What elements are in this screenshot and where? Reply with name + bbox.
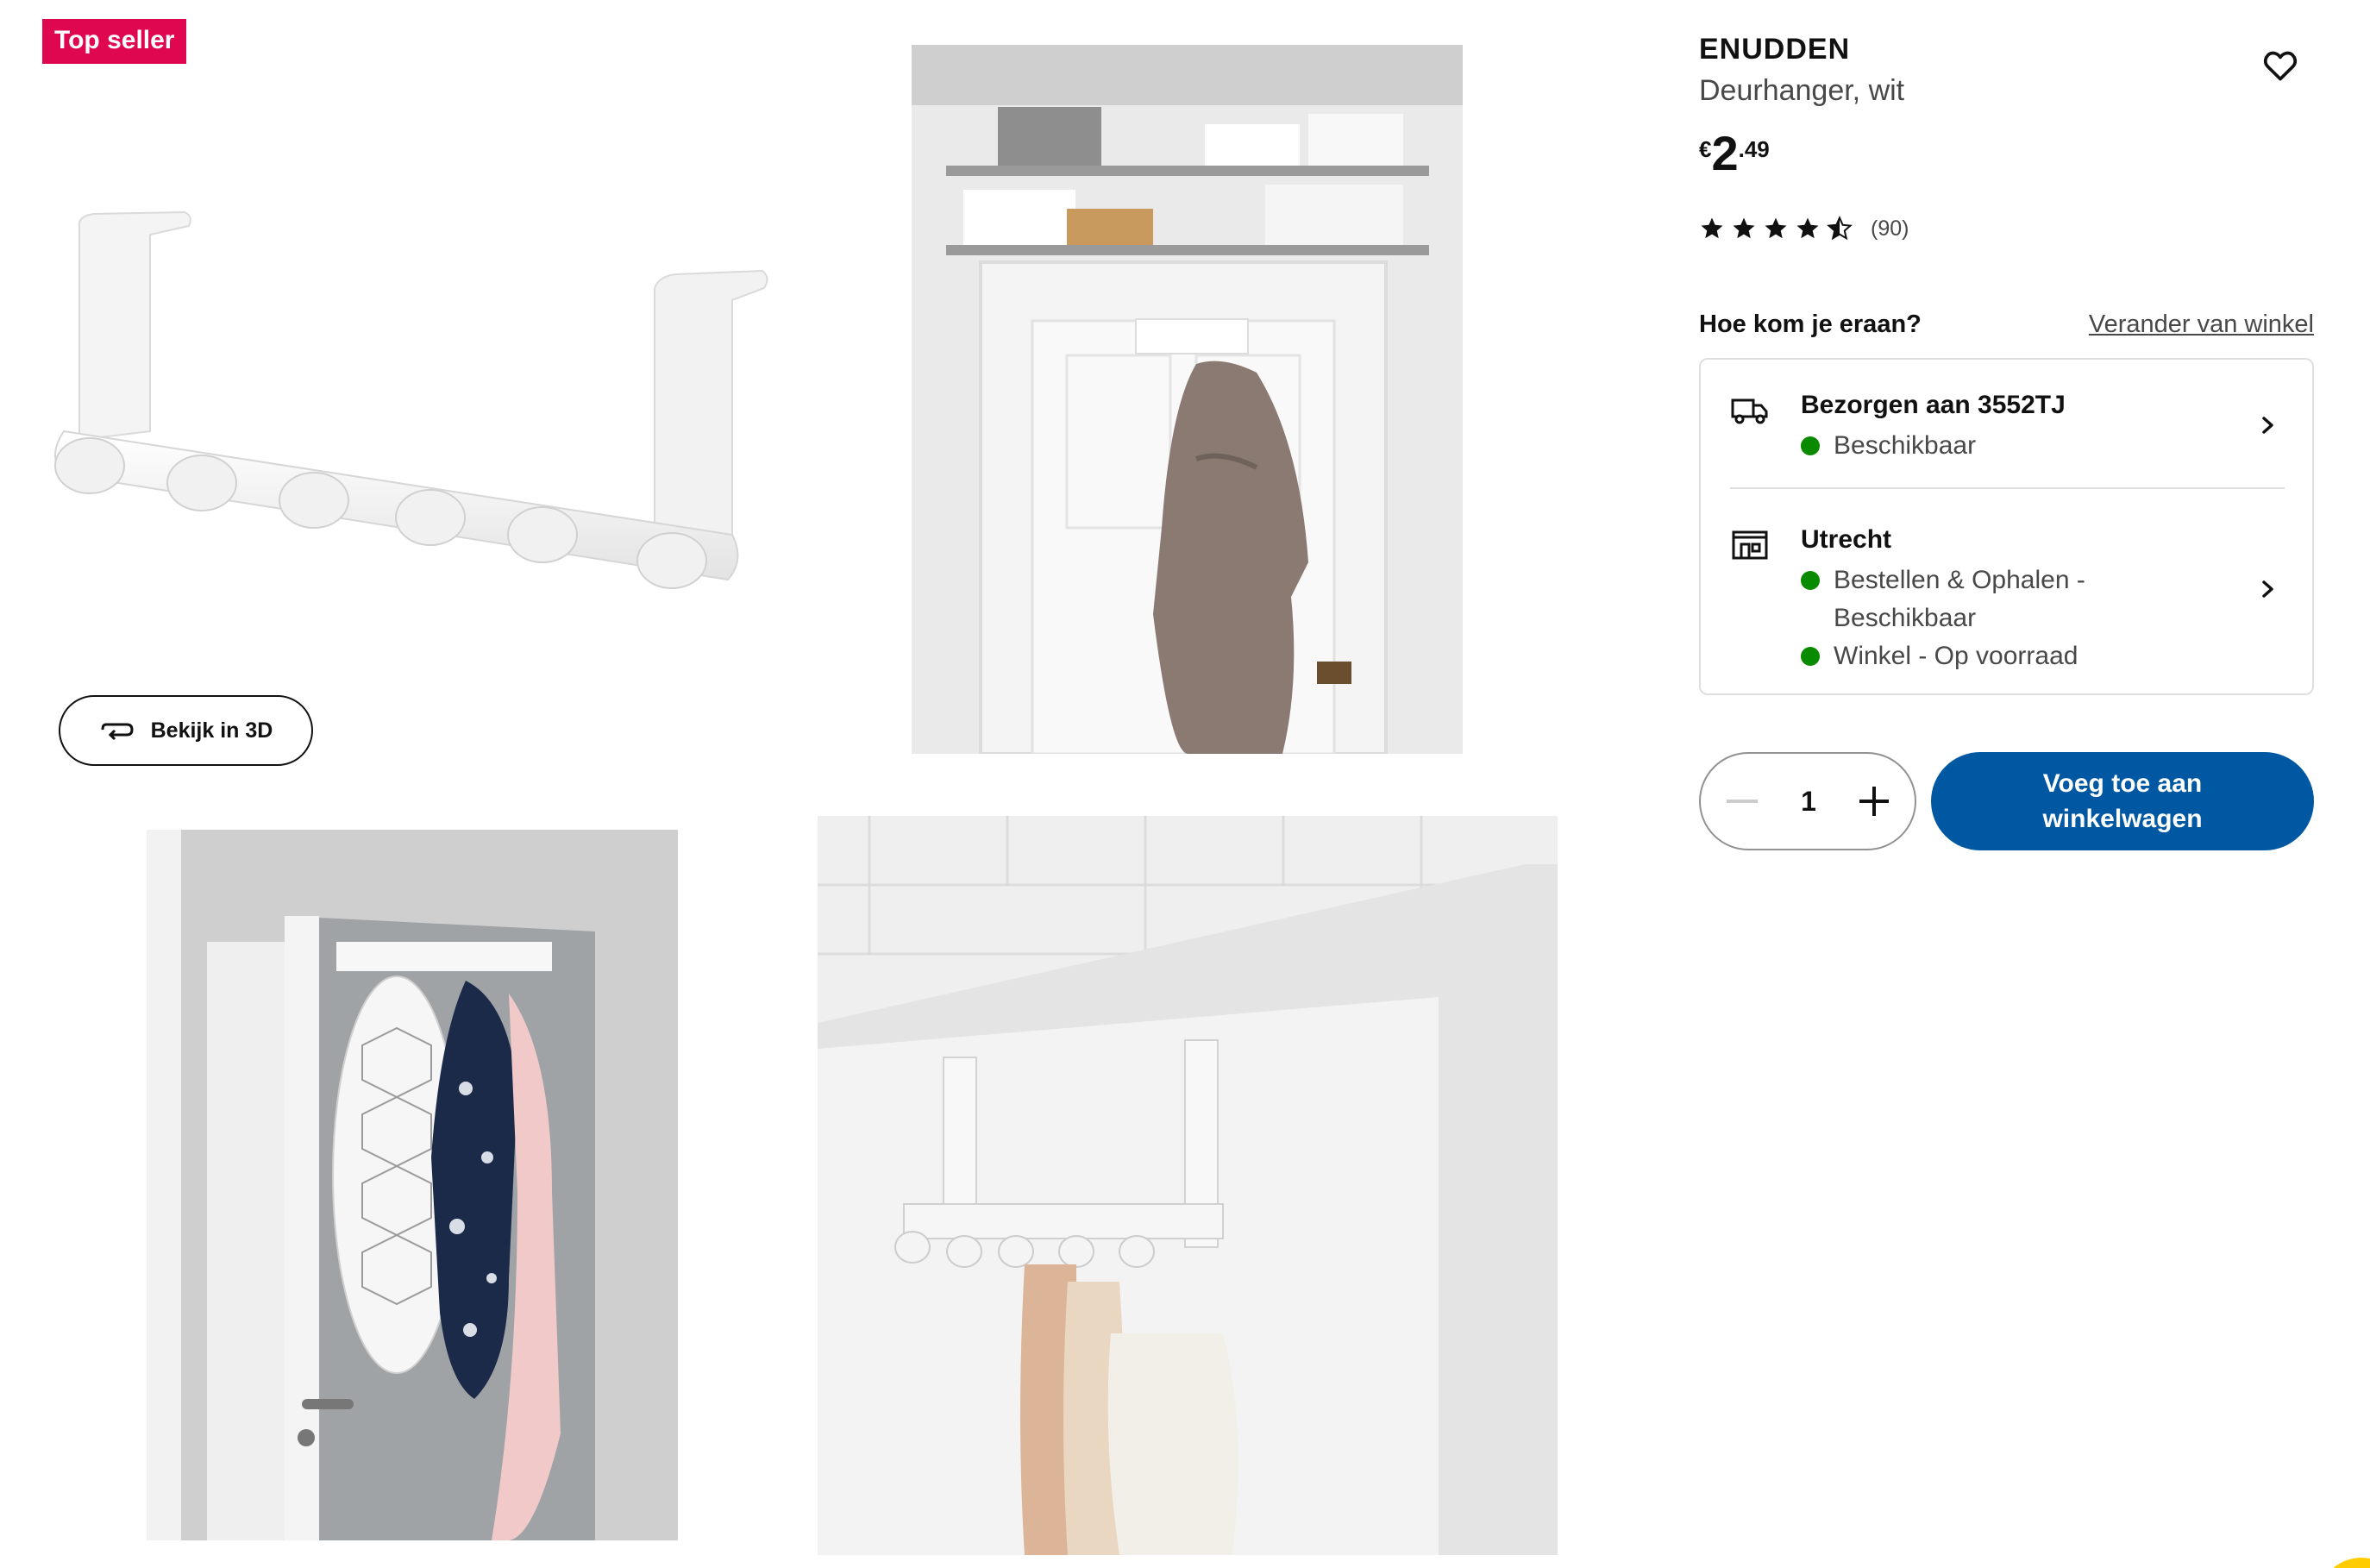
closeup-towels-illustration (818, 816, 1558, 1555)
store-status-stock-label: Winkel - Op voorraad (1834, 642, 2078, 670)
product-rating[interactable]: (90) (1699, 216, 1909, 241)
price-decimal: .49 (1738, 136, 1770, 162)
quantity-stepper[interactable]: 1 (1699, 752, 1916, 850)
product-price: € 2 .49 (1699, 129, 1770, 178)
price-integer: 2 (1711, 126, 1739, 180)
store-status-pickup-label: Bestellen & Ophalen - Beschikbaar (1834, 566, 2085, 632)
add-to-cart-button[interactable]: Voeg toe aan winkelwagen (1931, 752, 2314, 850)
product-page: Top seller Bekijk in 3D ENUDDEN Deurhang… (0, 0, 2370, 1568)
price-currency: € (1699, 136, 1712, 162)
truck-icon (1731, 398, 1768, 424)
door-bathrobe-illustration (912, 45, 1463, 754)
star-icon (1765, 217, 1787, 239)
status-dot (1801, 647, 1820, 666)
availability-panel: Bezorgen aan 3552TJ Beschikbaar Utrecht … (1699, 358, 2314, 695)
view-in-3d-label: Bekijk in 3D (150, 718, 273, 743)
change-store-link[interactable]: Verander van winkel (2089, 310, 2314, 339)
store-icon (1732, 530, 1768, 560)
decrease-quantity-button[interactable] (1727, 800, 1758, 803)
product-image-closeup-towels[interactable] (818, 816, 1558, 1555)
availability-heading: Hoe kom je eraan? (1699, 310, 1922, 338)
delivery-status: Beschikbaar (1801, 427, 1976, 465)
rating-count: (90) (1871, 216, 1909, 241)
status-dot (1801, 436, 1820, 455)
store-status-pickup: Bestellen & Ophalen - Beschikbaar (1801, 561, 2118, 637)
product-image-door-ironing-board[interactable] (147, 830, 678, 1540)
delivery-title: Bezorgen aan 3552TJ (1801, 391, 2066, 419)
product-image-hanger[interactable] (47, 181, 780, 604)
delivery-status-label: Beschikbaar (1834, 431, 1977, 460)
rotate-3d-icon (101, 723, 134, 741)
product-description: Deurhanger, wit (1699, 74, 1905, 107)
status-dot (1801, 571, 1820, 590)
favorite-button[interactable] (2261, 47, 2299, 85)
star-icon (1796, 217, 1819, 239)
heart-icon (2263, 51, 2298, 81)
store-status-stock: Winkel - Op voorraad (1801, 637, 2078, 675)
chevron-right-icon (2262, 580, 2273, 598)
hanger-illustration (54, 210, 768, 589)
chat-launcher[interactable] (2318, 1558, 2370, 1568)
delivery-option[interactable]: Bezorgen aan 3552TJ Beschikbaar (1701, 360, 2312, 489)
product-name: ENUDDEN (1699, 33, 1851, 66)
top-seller-badge: Top seller (42, 19, 187, 64)
star-half-icon (1827, 216, 1853, 241)
store-option[interactable]: Utrecht Bestellen & Ophalen - Beschikbaa… (1701, 489, 2312, 696)
star-icon (1733, 217, 1755, 239)
star-icon (1701, 217, 1723, 239)
chevron-right-icon (2262, 417, 2273, 434)
quantity-value[interactable]: 1 (1801, 786, 1816, 818)
view-in-3d-button[interactable]: Bekijk in 3D (59, 695, 313, 766)
store-title: Utrecht (1801, 525, 1892, 554)
increase-quantity-button[interactable] (1859, 787, 1889, 816)
door-ironing-board-illustration (147, 830, 678, 1540)
product-image-door-bathrobe[interactable] (912, 45, 1463, 754)
